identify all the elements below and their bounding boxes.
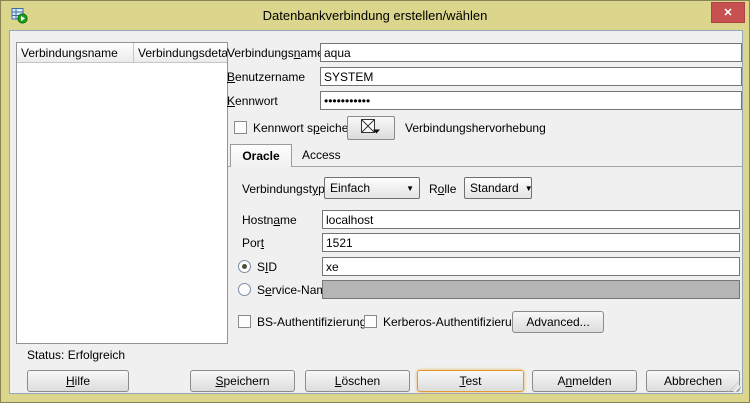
speichern-button[interactable]: Speichern: [190, 370, 295, 392]
verbindungshervorhebung-label: Verbindungshervorhebung: [405, 121, 546, 135]
hostname-label: Hostname: [242, 213, 297, 227]
column-header-verbindungsdetails[interactable]: Verbindungsdetails: [134, 43, 227, 62]
verbindungsname-label: Verbindungsname: [227, 46, 324, 60]
dialog-body: Verbindungsname Verbindungsdetails Verbi…: [9, 30, 743, 394]
kennwort-speichern-label: Kennwort speichern: [253, 121, 359, 135]
dialog-window: Datenbankverbindung erstellen/wählen ✕ V…: [0, 0, 750, 403]
service-name-radio[interactable]: [238, 283, 251, 296]
sid-input[interactable]: [322, 257, 740, 276]
close-icon: ✕: [723, 6, 732, 19]
connection-list[interactable]: Verbindungsname Verbindungsdetails: [16, 42, 228, 344]
chevron-down-icon: ▼: [525, 184, 533, 193]
test-button[interactable]: Test: [417, 370, 524, 392]
rolle-dropdown[interactable]: Standard ▼: [464, 177, 532, 199]
kennwort-speichern-checkbox[interactable]: [234, 121, 247, 134]
verbindungsname-input[interactable]: [320, 43, 742, 62]
kennwort-input[interactable]: [320, 91, 742, 110]
verbindungstyp-dropdown[interactable]: Einfach ▼: [324, 177, 420, 199]
advanced-button[interactable]: Advanced...: [512, 311, 604, 333]
window-title: Datenbankverbindung erstellen/wählen: [1, 8, 749, 23]
tab-access[interactable]: Access: [302, 148, 341, 162]
benutzername-input[interactable]: [320, 67, 742, 86]
service-name-input: [322, 280, 740, 299]
connection-list-header: Verbindungsname Verbindungsdetails: [17, 43, 227, 63]
port-label: Port: [242, 236, 264, 250]
connection-color-picker-button[interactable]: [347, 116, 395, 140]
hilfe-button[interactable]: Hilfe: [27, 370, 129, 392]
status-text: Status: Erfolgreich: [27, 348, 125, 362]
titlebar[interactable]: Datenbankverbindung erstellen/wählen ✕: [1, 1, 749, 30]
kerberos-auth-label: Kerberos-Authentifizierung: [383, 315, 525, 329]
tab-separator: [228, 166, 742, 167]
kennwort-label: Kennwort: [227, 94, 278, 108]
rolle-label: Rolle: [429, 182, 456, 196]
kerberos-auth-checkbox[interactable]: [364, 315, 377, 328]
benutzername-label: Benutzername: [227, 70, 305, 84]
sid-label: SID: [257, 260, 277, 274]
close-button[interactable]: ✕: [711, 2, 745, 23]
verbindungstyp-label: Verbindungstyp: [242, 182, 325, 196]
loeschen-button[interactable]: Löschen: [305, 370, 410, 392]
abbrechen-button[interactable]: Abbrechen: [646, 370, 740, 392]
chevron-down-icon: ▼: [406, 184, 414, 193]
no-color-swatch-icon: [360, 118, 382, 138]
sid-radio[interactable]: [238, 260, 251, 273]
tab-oracle[interactable]: Oracle: [230, 144, 292, 167]
anmelden-button[interactable]: Anmelden: [532, 370, 637, 392]
port-input[interactable]: [322, 233, 740, 252]
bs-auth-checkbox[interactable]: [238, 315, 251, 328]
bs-auth-label: BS-Authentifizierung: [257, 315, 366, 329]
column-header-verbindungsname[interactable]: Verbindungsname: [17, 43, 134, 62]
hostname-input[interactable]: [322, 210, 740, 229]
